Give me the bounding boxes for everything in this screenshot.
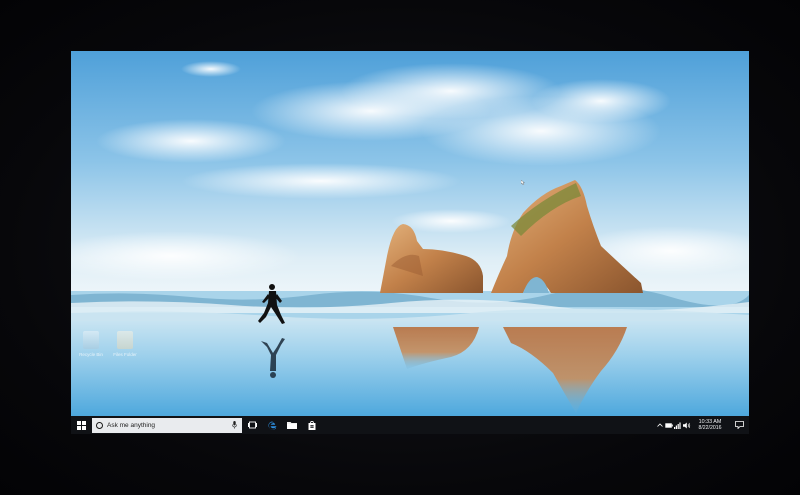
cortana-icon — [96, 421, 103, 429]
windows-logo-icon — [76, 420, 86, 430]
store-icon — [308, 420, 316, 430]
task-view-icon — [247, 421, 257, 429]
folder-icon — [287, 422, 297, 429]
system-tray: 10:33 AM 8/22/2016 — [655, 416, 749, 434]
show-hidden-icons-button[interactable] — [655, 416, 664, 434]
cortana-search-box[interactable]: Ask me anything — [92, 417, 242, 433]
desktop-wallpaper — [71, 51, 749, 416]
battery-icon — [664, 422, 673, 428]
monitor-bezel: Recycle Bin Files Folder Ask me anything… — [0, 0, 800, 495]
task-view-button[interactable] — [242, 416, 262, 434]
network-icon — [674, 422, 681, 429]
action-center-button[interactable] — [729, 416, 749, 434]
recycle-bin-icon — [83, 331, 99, 349]
search-placeholder: Ask me anything — [107, 421, 156, 429]
volume-button[interactable] — [682, 416, 691, 434]
edge-icon — [267, 420, 276, 430]
clock-date: 8/22/2016 — [698, 425, 722, 431]
battery-button[interactable] — [664, 416, 673, 434]
edge-button[interactable] — [262, 416, 282, 434]
notification-icon — [734, 421, 744, 429]
desktop-icon-recycle-bin[interactable]: Recycle Bin — [75, 331, 107, 367]
desktop-icon-files-folder[interactable]: Files Folder — [109, 331, 141, 367]
file-explorer-button[interactable] — [282, 416, 302, 434]
mouse-pointer-icon — [521, 180, 525, 185]
taskbar: Ask me anything 10:33 AM 8/22/2016 — [71, 416, 749, 434]
volume-icon — [682, 422, 690, 428]
chevron-up-icon — [656, 423, 663, 427]
network-button[interactable] — [673, 416, 682, 434]
desktop-icons: Recycle Bin Files Folder — [75, 331, 145, 367]
start-button[interactable] — [71, 416, 91, 434]
folder-icon — [117, 331, 133, 349]
store-button[interactable] — [302, 416, 322, 434]
desktop-screen: Recycle Bin Files Folder Ask me anything… — [71, 51, 749, 434]
taskbar-clock[interactable]: 10:33 AM 8/22/2016 — [691, 419, 729, 431]
microphone-icon[interactable] — [232, 420, 237, 429]
